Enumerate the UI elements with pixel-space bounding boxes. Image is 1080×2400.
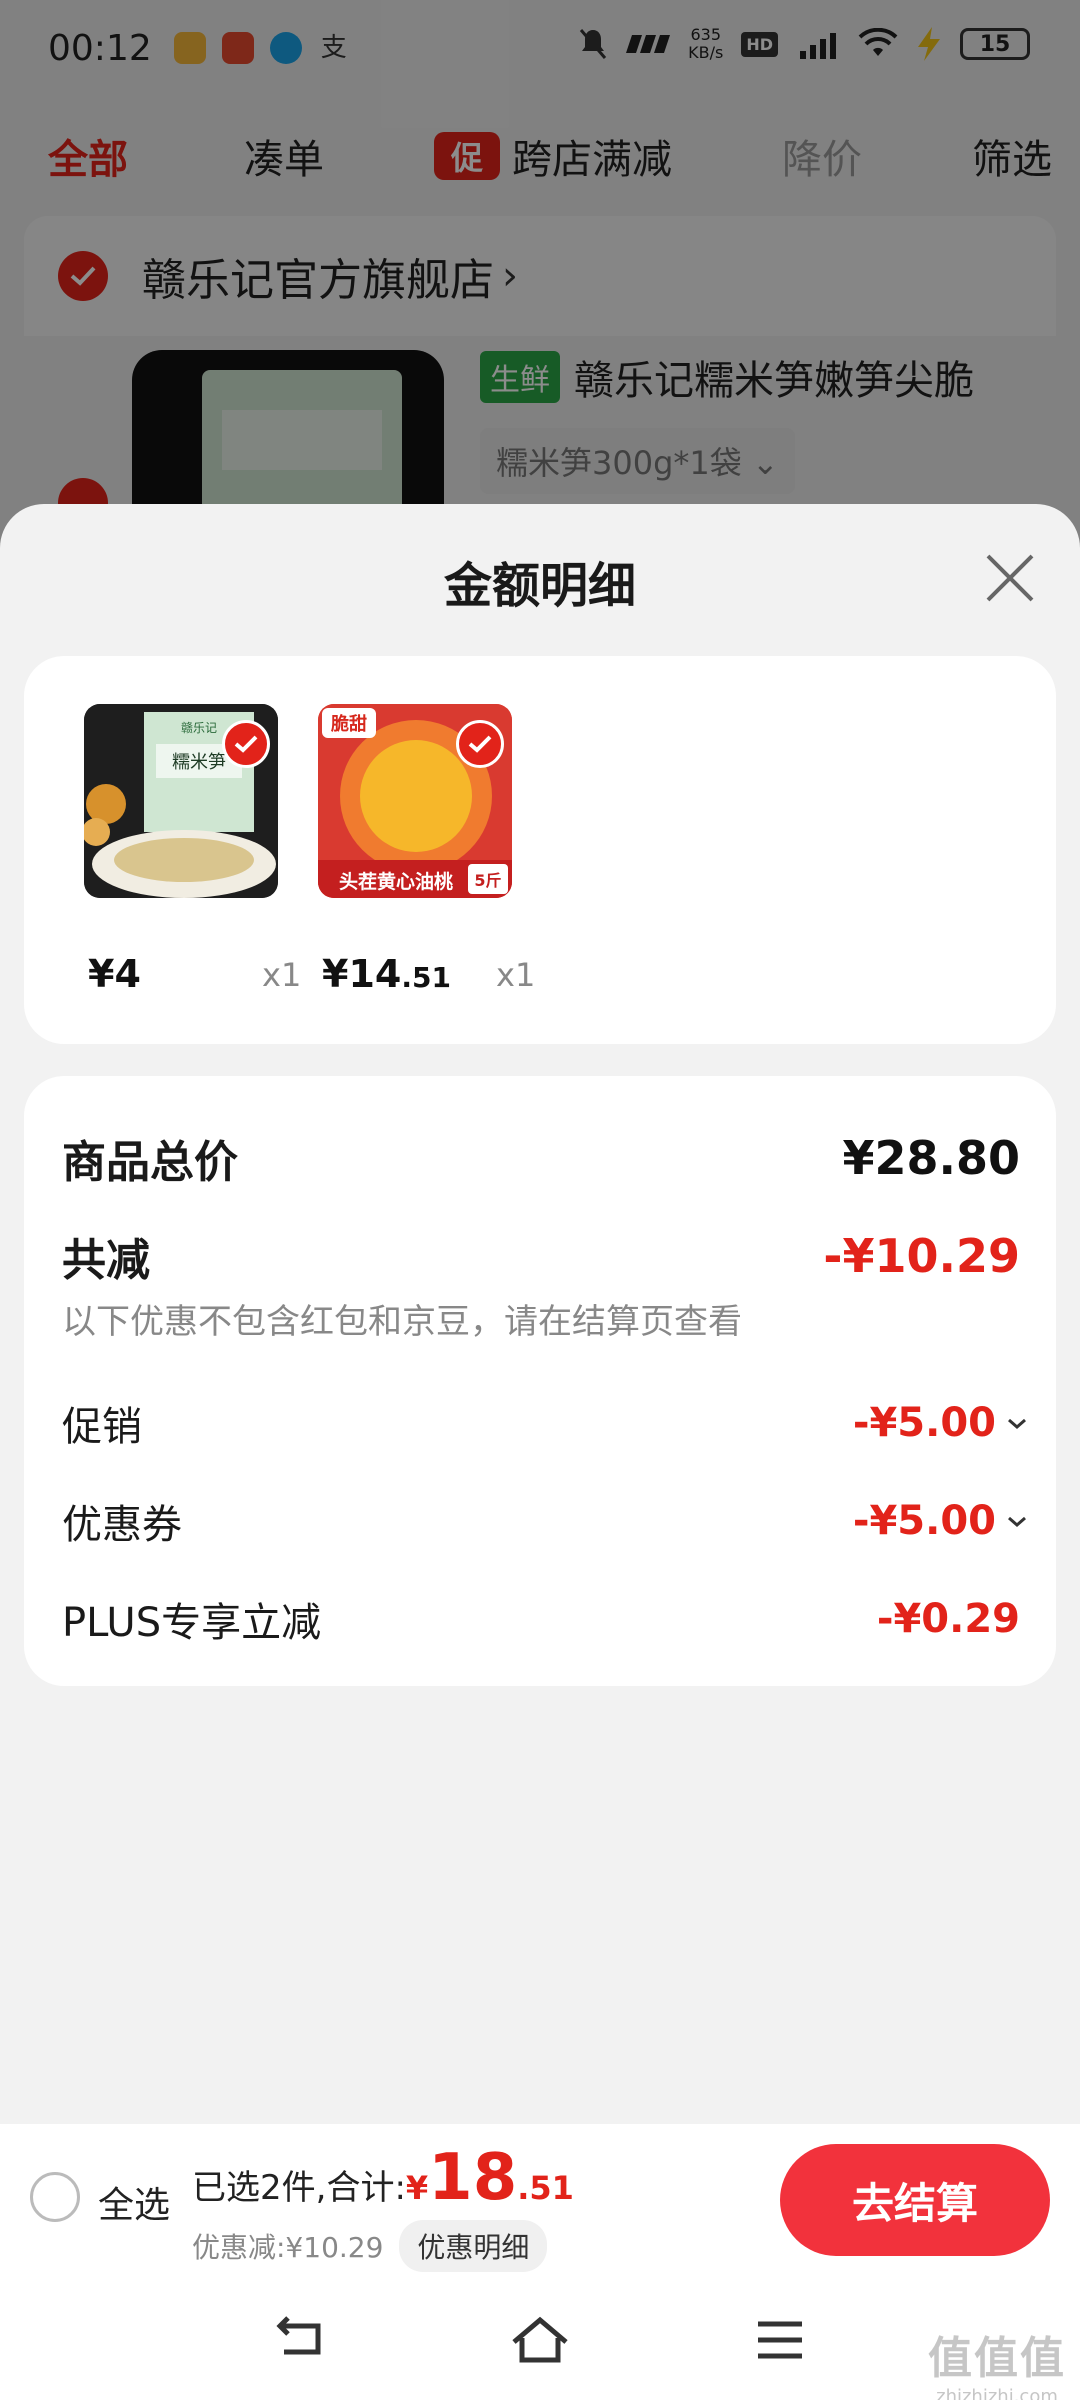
discount-note: 以下优惠不包含红包和京豆，请在结算页查看 — [62, 1302, 742, 1342]
modal-overlay[interactable] — [0, 0, 1080, 560]
price-summary-card: 商品总价 ¥28.80 共减 -¥10.29 以下优惠不包含红包和京豆，请在结算… — [24, 1076, 1056, 1686]
discount-summary: 优惠减:¥10.29 优惠明细 — [192, 2220, 548, 2272]
item-quantity: x1 — [496, 956, 536, 994]
discount-value: -¥10.29 — [823, 1229, 1020, 1283]
total-price-label: 商品总价 — [62, 1137, 238, 1188]
sheet-title: 金额明细 — [443, 558, 636, 614]
select-all-checkbox[interactable] — [30, 2172, 80, 2222]
promo-row[interactable]: 促销 -¥5.00 — [62, 1394, 1026, 1452]
total-price-value: ¥28.80 — [842, 1131, 1020, 1185]
discount-detail-button[interactable]: 优惠明细 — [399, 2220, 548, 2272]
chevron-down-icon[interactable] — [1006, 1510, 1028, 1532]
coupon-label: 优惠券 — [62, 1502, 182, 1548]
site-watermark: 值值值 zhizhizhi.com — [928, 2322, 1066, 2400]
item-thumbnail: 脆甜 头茬黄心油桃 5斤 — [318, 704, 512, 898]
menu-icon[interactable] — [750, 2312, 810, 2368]
item-thumbnail: 赣乐记 糯米笋 — [84, 704, 278, 898]
currency-symbol: ¥ — [405, 2169, 429, 2207]
discount-row: 共减 -¥10.29 — [62, 1224, 1020, 1288]
item-checkbox[interactable] — [456, 720, 504, 768]
coupon-value: -¥5.00 — [853, 1498, 1028, 1544]
item-quantity: x1 — [262, 956, 302, 994]
total-integer: 18 — [428, 2141, 518, 2215]
total-price-row: 商品总价 ¥28.80 — [62, 1126, 1020, 1190]
system-nav-bar — [0, 2276, 1080, 2400]
back-icon[interactable] — [270, 2312, 330, 2368]
selected-count-text: 已选2件,合计: — [192, 2168, 406, 2208]
check-icon — [468, 735, 492, 753]
close-icon[interactable] — [982, 550, 1038, 606]
checkout-button[interactable]: 去结算 — [780, 2144, 1050, 2256]
item-price: ¥14.51 — [322, 952, 451, 996]
plus-label: PLUS专享立减 — [62, 1600, 322, 1646]
item-checkbox[interactable] — [222, 720, 270, 768]
discount-amount-text: 优惠减:¥10.29 — [192, 2231, 384, 2264]
thumb-weight-label: 5斤 — [474, 871, 501, 890]
chevron-down-icon[interactable] — [1006, 1412, 1028, 1434]
watermark-logo: 值值值 — [928, 2333, 1066, 2384]
thumb-bottom-label: 头茬黄心油桃 — [339, 870, 453, 893]
check-icon — [234, 735, 258, 753]
coupon-row[interactable]: 优惠券 -¥5.00 — [62, 1492, 1026, 1550]
thumb-brand-text: 赣乐记 — [181, 721, 217, 735]
promo-label: 促销 — [62, 1404, 142, 1450]
select-all-label[interactable]: 全选 — [98, 2176, 170, 2228]
plus-value: -¥0.29 — [876, 1596, 1020, 1642]
selected-total: 已选2件,合计: ¥ 18 .51 — [192, 2146, 574, 2210]
amount-detail-sheet: 金额明细 赣乐记 糯米笋 ¥4 x1 脆甜 头茬黄心油桃 5斤 ¥14.51 x… — [0, 504, 1080, 2400]
selected-items-card: 赣乐记 糯米笋 ¥4 x1 脆甜 头茬黄心油桃 5斤 ¥14.51 x1 — [24, 656, 1056, 1044]
item-price: ¥4 — [88, 952, 141, 996]
thumb-product-text: 糯米笋 — [172, 752, 226, 773]
selected-item[interactable]: 赣乐记 糯米笋 ¥4 x1 — [84, 704, 301, 996]
plus-discount-row: PLUS专享立减 -¥0.29 — [62, 1590, 1020, 1648]
watermark-url: zhizhizhi.com — [936, 2386, 1058, 2400]
thumb-top-label: 脆甜 — [330, 713, 367, 735]
selected-item[interactable]: 脆甜 头茬黄心油桃 5斤 ¥14.51 x1 — [318, 704, 535, 996]
promo-value: -¥5.00 — [853, 1400, 1028, 1446]
discount-label: 共减 — [62, 1235, 150, 1286]
total-decimal: .51 — [517, 2169, 574, 2207]
checkout-bar: 全选 已选2件,合计: ¥ 18 .51 优惠减:¥10.29 优惠明细 去结算 — [0, 2124, 1080, 2276]
home-icon[interactable] — [510, 2312, 570, 2368]
